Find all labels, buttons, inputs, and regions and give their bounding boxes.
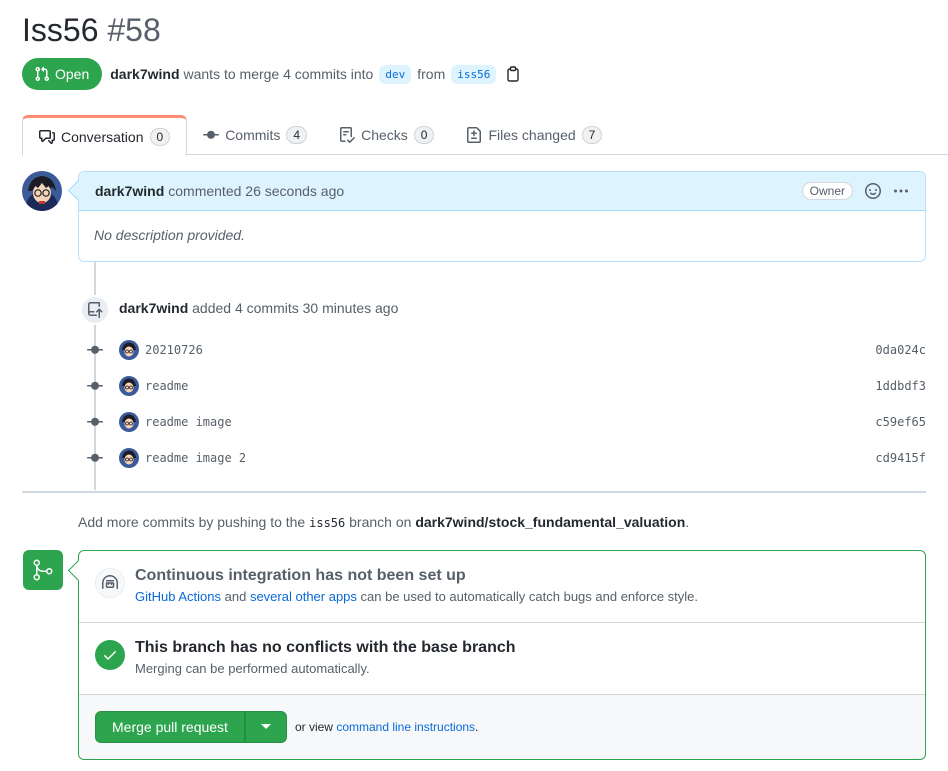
timeline-divider [22, 491, 926, 493]
commit-sha[interactable]: cd9415f [875, 451, 926, 465]
commit-sha[interactable]: 1ddbdf3 [875, 379, 926, 393]
hint-prefix: Add more commits by pushing to the [78, 514, 306, 530]
command-line-instructions-link[interactable]: command line instructions [336, 720, 475, 734]
or-view-text: or view command line instructions. [295, 720, 478, 734]
commit-message[interactable]: readme image 2 [145, 451, 246, 465]
merge-action-section: Merge pull request or view command line … [79, 695, 925, 759]
hint-repo[interactable]: dark7wind/stock_fundamental_valuation [415, 514, 685, 530]
page-title: Iss56 #58 [22, 12, 161, 49]
ci-text: Continuous integration has not been set … [135, 567, 698, 604]
tab-label: Commits [225, 127, 281, 143]
merge-pull-request-button[interactable]: Merge pull request [95, 711, 245, 743]
conflict-text: This branch has no conflicts with the ba… [135, 639, 516, 676]
state-label: Open [55, 66, 90, 82]
conflict-status-section: This branch has no conflicts with the ba… [79, 623, 925, 695]
comment-timestamp[interactable]: commented 26 seconds ago [168, 183, 344, 199]
pull-request-icon [35, 66, 50, 82]
tab-commits[interactable]: Commits 4 [187, 115, 323, 155]
event-text: added 4 commits 30 minutes ago [192, 300, 399, 316]
ci-and: and [224, 589, 247, 604]
ci-title: Continuous integration has not been set … [135, 567, 466, 584]
pr-title: Iss56 [22, 12, 99, 48]
copy-icon[interactable] [506, 66, 520, 82]
comment-body: No description provided. [94, 227, 245, 243]
git-commit-icon [86, 414, 104, 430]
cli-suffix: . [475, 720, 479, 734]
commit-row: readme image c59ef65 [86, 412, 926, 432]
head-branch[interactable]: iss56 [451, 64, 497, 84]
comment-header: dark7wind commented 26 seconds ago Owner [79, 172, 925, 211]
file-diff-icon [467, 127, 482, 143]
merge-box: Continuous integration has not been set … [78, 550, 926, 760]
tab-label: Checks [361, 127, 408, 143]
author-avatar[interactable] [22, 171, 62, 211]
tab-counter: 0 [413, 126, 435, 144]
ci-status-section: Continuous integration has not been set … [79, 551, 925, 623]
pr-meta: Open dark7wind wants to merge 4 commits … [22, 58, 520, 90]
or-view-label: or view [294, 720, 333, 734]
conflict-subtitle: Merging can be performed automatically. [135, 661, 370, 676]
github-actions-link[interactable]: GitHub Actions [135, 589, 221, 604]
pr-description-comment: dark7wind commented 26 seconds ago Owner… [78, 171, 926, 262]
commit-avatar[interactable] [119, 412, 139, 432]
commit-message[interactable]: readme [145, 379, 188, 393]
checklist-icon [340, 127, 356, 143]
tab-label: Conversation [61, 128, 144, 145]
tab-files-changed[interactable]: Files changed 7 [450, 115, 618, 155]
repo-push-icon [80, 295, 110, 325]
commit-avatar[interactable] [119, 340, 139, 360]
tab-checks[interactable]: Checks 0 [323, 115, 450, 155]
tab-counter: 0 [149, 127, 171, 146]
merge-text: wants to merge 4 commits into [183, 66, 374, 82]
kebab-horizontal-icon[interactable] [893, 183, 909, 199]
hint-suffix: . [685, 514, 690, 530]
git-merge-icon [23, 550, 63, 590]
smiley-icon[interactable] [865, 183, 881, 199]
commit-avatar[interactable] [119, 376, 139, 396]
pr-number: #58 [107, 12, 161, 48]
comment-discussion-icon [39, 129, 55, 144]
commit-row: 20210726 0da024c [86, 340, 926, 360]
author-link[interactable]: dark7wind [110, 66, 179, 82]
tab-label: Files changed [488, 127, 576, 143]
git-commit-icon [203, 130, 220, 139]
hint-middle: branch on [349, 514, 412, 530]
tab-counter: 4 [286, 126, 308, 144]
git-commit-icon [86, 378, 104, 394]
ci-subtitle: GitHub Actions and several other apps ca… [135, 589, 698, 604]
commit-sha[interactable]: 0da024c [875, 343, 926, 357]
state-badge: Open [22, 58, 103, 90]
merge-options-dropdown[interactable] [244, 711, 287, 743]
commit-row: readme 1ddbdf3 [86, 376, 926, 396]
commit-message[interactable]: readme image [145, 415, 232, 429]
ci-rest: can be used to automatically catch bugs … [360, 589, 699, 604]
triangle-down-icon [260, 724, 271, 729]
pr-tabs: Conversation 0 Commits 4 Checks 0 Files … [22, 115, 948, 156]
commit-message[interactable]: 20210726 [145, 343, 203, 357]
push-hint: Add more commits by pushing to the iss56… [78, 514, 689, 530]
commit-row: readme image 2 cd9415f [86, 448, 926, 468]
commit-sha[interactable]: c59ef65 [875, 415, 926, 429]
other-apps-link[interactable]: several other apps [250, 589, 357, 604]
comment-author[interactable]: dark7wind [95, 183, 164, 199]
tab-conversation[interactable]: Conversation 0 [22, 115, 188, 156]
commit-avatar[interactable] [119, 448, 139, 468]
from-text: from [417, 66, 446, 82]
git-commit-icon [86, 342, 104, 358]
hubot-icon [95, 568, 125, 598]
merge-summary: dark7wind wants to merge 4 commits into … [110, 64, 520, 84]
merge-button-group: Merge pull request [95, 711, 287, 743]
event-author[interactable]: dark7wind [119, 300, 188, 316]
git-commit-icon [86, 450, 104, 466]
hint-branch: iss56 [309, 516, 346, 530]
conflict-title: This branch has no conflicts with the ba… [135, 639, 516, 656]
owner-label: Owner [801, 182, 853, 200]
base-branch[interactable]: dev [379, 64, 412, 84]
tab-counter: 7 [581, 126, 603, 144]
commits-added-event: dark7wind added 4 commits 30 minutes ago [119, 300, 398, 316]
check-icon [95, 640, 125, 670]
